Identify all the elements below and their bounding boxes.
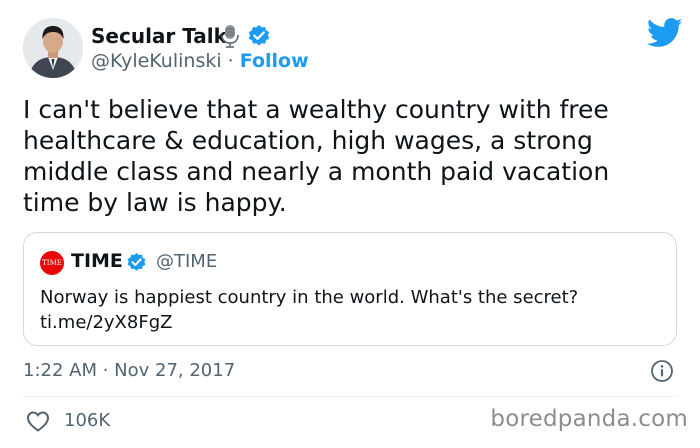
quoted-tweet-card[interactable]: TIME TIME @TIME Norway is happiest count…: [23, 232, 677, 346]
twitter-bird-icon[interactable]: [647, 18, 683, 48]
like-count: 106K: [64, 410, 111, 431]
quoted-tweet-text: Norway is happiest country in the world.…: [40, 287, 579, 333]
handle-row: @KyleKulinski · Follow: [91, 50, 309, 72]
tweet-header: Secular Talk @KyleKulinski · Follow: [23, 18, 683, 80]
user-handle[interactable]: @KyleKulinski: [91, 50, 222, 72]
avatar[interactable]: [23, 18, 83, 78]
info-icon[interactable]: [650, 359, 674, 383]
microphone-icon: [221, 25, 239, 48]
handle-separator: ·: [227, 50, 234, 72]
tweet-text: I can't believe that a wealthy country w…: [23, 95, 610, 217]
quoted-display-name[interactable]: TIME: [71, 250, 123, 272]
tweet-timestamp[interactable]: 1:22 AM · Nov 27, 2017: [23, 360, 235, 381]
time-logo: TIME: [40, 251, 64, 275]
watermark: boredpanda.com: [490, 406, 688, 432]
divider: [23, 396, 677, 397]
quoted-handle[interactable]: @TIME: [156, 251, 217, 272]
avatar-photo: [23, 18, 83, 78]
verified-badge-icon: [248, 25, 270, 46]
heart-icon[interactable]: [26, 410, 50, 432]
follow-button[interactable]: Follow: [240, 50, 309, 72]
verified-badge-icon: [127, 252, 146, 271]
user-display-name[interactable]: Secular Talk: [91, 24, 227, 48]
